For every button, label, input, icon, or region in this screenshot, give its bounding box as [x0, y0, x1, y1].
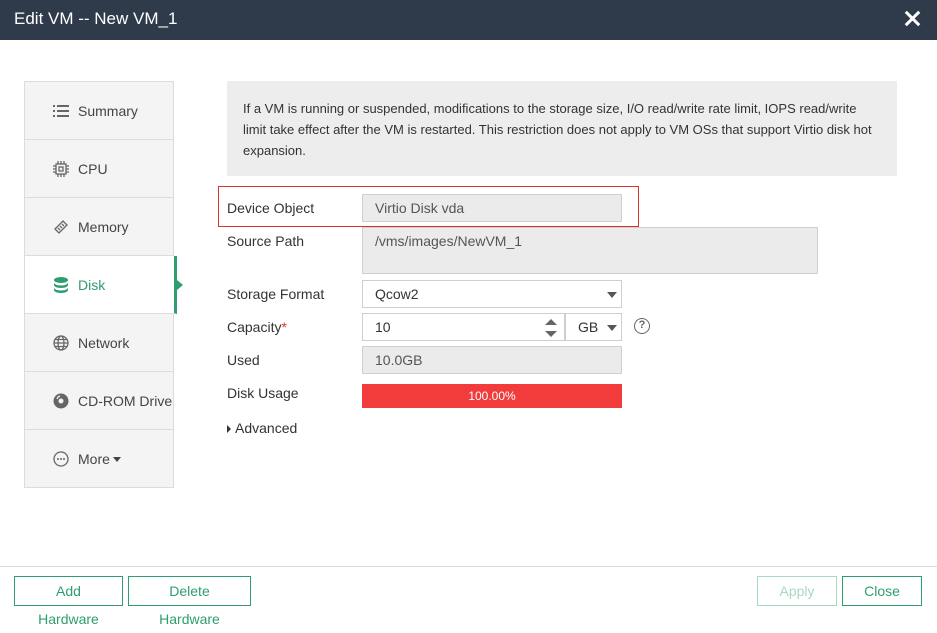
sidebar-item-cpu[interactable]: CPU — [25, 140, 173, 198]
storage-format-label: Storage Format — [227, 286, 325, 302]
source-path-field: /vms/images/NewVM_1 — [362, 227, 818, 274]
memory-icon — [53, 219, 69, 235]
capacity-unit-value: GB — [578, 319, 599, 335]
delete-hardware-button[interactable]: Delete Hardware — [128, 576, 251, 627]
chevron-down-icon — [607, 292, 617, 298]
database-icon — [53, 276, 69, 293]
add-hardware-button[interactable]: Add Hardware — [14, 576, 123, 627]
used-label: Used — [227, 352, 260, 368]
required-mark: * — [281, 319, 287, 335]
sidebar-item-label: More — [78, 451, 110, 467]
storage-format-select[interactable]: Qcow2 — [362, 280, 622, 308]
title-bar: Edit VM -- New VM_1 — [0, 0, 937, 40]
list-icon — [53, 103, 69, 119]
used-field: 10.0GB — [362, 346, 622, 374]
globe-icon — [53, 334, 69, 351]
device-object-label: Device Object — [227, 200, 315, 216]
disk-usage-text: 100.00% — [468, 389, 516, 403]
chevron-down-icon — [112, 456, 121, 462]
more-icon — [53, 451, 69, 467]
device-object-field: Virtio Disk vda — [362, 194, 622, 222]
advanced-label: Advanced — [235, 420, 298, 436]
apply-button[interactable]: Apply — [757, 576, 837, 606]
source-path-label: Source Path — [227, 233, 305, 249]
advanced-toggle[interactable]: Advanced — [227, 420, 297, 436]
sidebar-item-disk[interactable]: Disk — [25, 256, 183, 314]
restart-notice: If a VM is running or suspended, modific… — [227, 81, 897, 176]
disc-icon — [53, 393, 69, 409]
spin-down-icon[interactable] — [545, 331, 557, 337]
sidebar-item-label: CPU — [78, 160, 108, 177]
sidebar-item-more[interactable]: More — [25, 430, 173, 488]
spin-up-icon[interactable] — [545, 319, 557, 325]
sidebar-item-label: Summary — [78, 102, 138, 119]
capacity-value: 10 — [375, 319, 391, 335]
close-icon[interactable] — [901, 8, 923, 30]
sidebar-item-memory[interactable]: Memory — [25, 198, 173, 256]
chevron-right-icon — [227, 425, 231, 434]
sidebar-item-label: CD-ROM Drive — [78, 392, 173, 409]
window-title: Edit VM -- New VM_1 — [14, 9, 178, 28]
sidebar-item-cdrom[interactable]: CD-ROM Drive — [25, 372, 173, 430]
footer-divider — [0, 566, 937, 567]
sidebar-item-network[interactable]: Network — [25, 314, 173, 372]
capacity-label: Capacity* — [227, 319, 287, 335]
sidebar-item-summary[interactable]: Summary — [25, 82, 173, 140]
hardware-sidebar: Summary CPU Memory Disk Network CD-ROM D… — [24, 81, 183, 488]
close-button[interactable]: Close — [842, 576, 922, 606]
disk-usage-label: Disk Usage — [227, 385, 299, 401]
sidebar-item-label: Memory — [78, 218, 129, 235]
capacity-label-text: Capacity — [227, 319, 282, 335]
capacity-unit-select[interactable]: GB — [565, 313, 622, 341]
disk-usage-bar: 100.00% — [362, 384, 622, 408]
help-icon[interactable]: ? — [634, 318, 650, 334]
storage-format-value: Qcow2 — [375, 286, 419, 302]
capacity-input[interactable]: 10 — [362, 313, 565, 341]
sidebar-item-label: Network — [78, 334, 130, 351]
cpu-icon — [53, 160, 69, 177]
sidebar-item-label: Disk — [78, 276, 106, 293]
chevron-down-icon — [607, 325, 617, 331]
